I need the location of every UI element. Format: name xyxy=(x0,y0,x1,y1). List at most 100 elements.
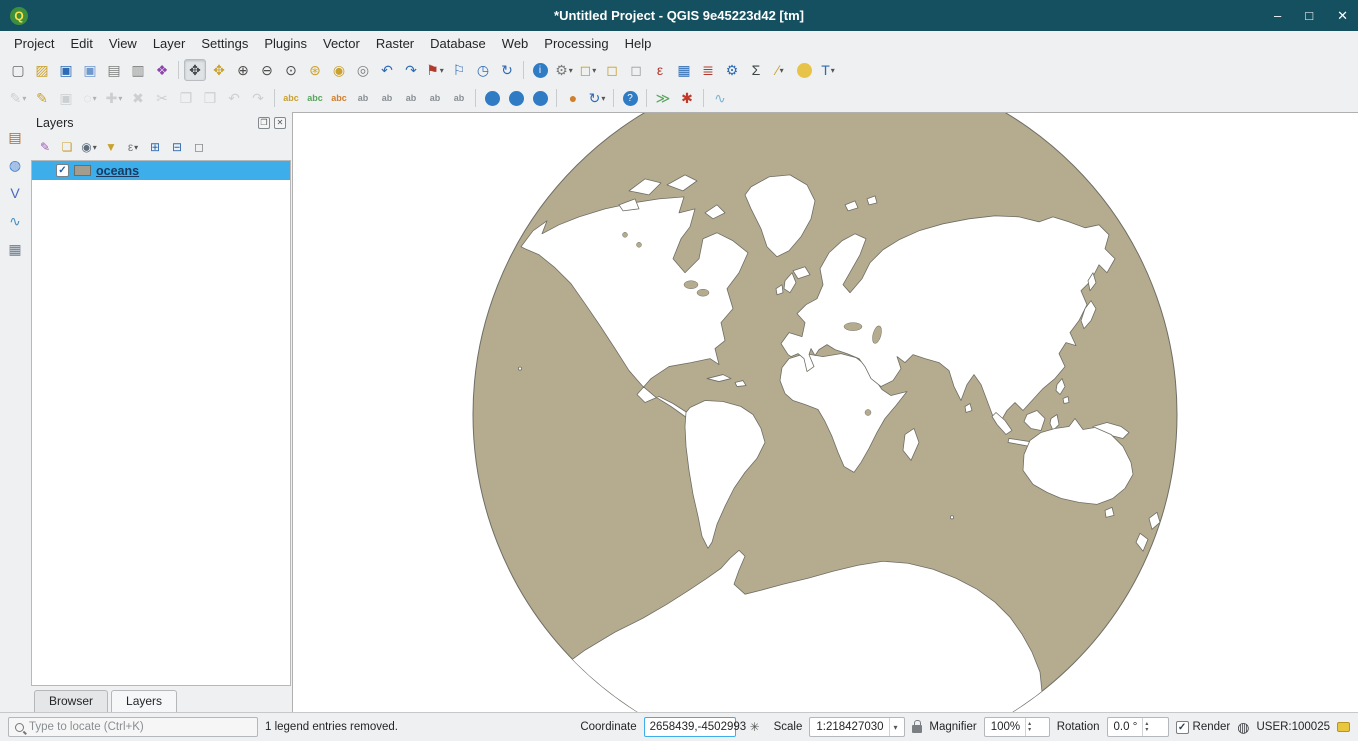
wms-service-icon[interactable] xyxy=(505,87,527,109)
paste-features-icon[interactable]: ❒ xyxy=(199,87,221,109)
select-by-form-icon[interactable]: ◻ xyxy=(601,59,623,81)
refresh-map-icon[interactable]: ↻ xyxy=(496,59,518,81)
expand-all-icon[interactable]: ⊞ xyxy=(145,137,165,157)
layer-diagram-icon[interactable]: abc xyxy=(304,87,326,109)
spinner-arrows-icon[interactable]: ▴▾ xyxy=(1025,718,1033,736)
processing-toolbox-icon[interactable]: ⚙ xyxy=(721,59,743,81)
run-feature-action-icon[interactable]: ⚙▾ xyxy=(553,59,575,81)
coordinate-input[interactable]: 2658439,-4502993 xyxy=(644,717,736,737)
menu-plugins[interactable]: Plugins xyxy=(256,33,315,54)
field-calculator-icon[interactable]: ≣ xyxy=(697,59,719,81)
identify-features-icon[interactable]: i xyxy=(529,59,551,81)
menu-settings[interactable]: Settings xyxy=(193,33,256,54)
crs-globe-icon[interactable]: ◍ xyxy=(1237,720,1249,734)
layer-checkbox[interactable]: ✓ xyxy=(56,164,69,177)
dropdown-arrow-icon[interactable]: ▾ xyxy=(592,66,596,75)
toggle-editing-icon[interactable]: ✎ xyxy=(31,87,53,109)
vertex-tool-icon[interactable]: ✚▾ xyxy=(103,87,125,109)
open-project-icon[interactable]: ▨ xyxy=(31,59,53,81)
dropdown-arrow-icon[interactable]: ▾ xyxy=(134,143,138,152)
open-layer-styling-icon[interactable]: ✎ xyxy=(35,137,55,157)
statistical-summary-icon[interactable]: Σ xyxy=(745,59,767,81)
close-icon[interactable]: ✕ xyxy=(1337,9,1348,22)
filter-expression-icon[interactable]: ε▾ xyxy=(123,137,143,157)
lock-scale-icon[interactable] xyxy=(912,725,922,733)
menu-processing[interactable]: Processing xyxy=(536,33,616,54)
digitize-icon[interactable]: ◌▾ xyxy=(79,87,101,109)
menu-web[interactable]: Web xyxy=(494,33,537,54)
menu-edit[interactable]: Edit xyxy=(62,33,100,54)
show-bookmarks-icon[interactable]: ⚐ xyxy=(448,59,470,81)
close-panel-icon[interactable]: ✕ xyxy=(274,117,286,129)
select-features-icon[interactable]: ◻▾ xyxy=(577,59,599,81)
locate-search-input[interactable]: Type to locate (Ctrl+K) xyxy=(8,717,258,737)
measure-icon[interactable]: ∕▾ xyxy=(769,59,791,81)
change-label-icon[interactable]: ab xyxy=(448,87,470,109)
save-layer-edits-icon[interactable]: ▣ xyxy=(55,87,77,109)
osm-place-search-icon[interactable]: ● xyxy=(562,87,584,109)
float-panel-icon[interactable]: ❐ xyxy=(258,117,270,129)
zoom-to-layer-icon[interactable]: ◎ xyxy=(352,59,374,81)
zoom-last-icon[interactable]: ↶ xyxy=(376,59,398,81)
zoom-to-selection-icon[interactable]: ◉ xyxy=(328,59,350,81)
pan-to-selection-icon[interactable]: ✥ xyxy=(208,59,230,81)
layout-manager-icon[interactable]: ▥ xyxy=(127,59,149,81)
maximize-icon[interactable]: □ xyxy=(1305,9,1313,22)
save-project-icon[interactable]: ▣ xyxy=(55,59,77,81)
rotation-spinbox[interactable]: 0.0 ° ▴▾ xyxy=(1107,717,1169,737)
filter-legend-icon[interactable]: ▼ xyxy=(101,137,121,157)
add-group-icon[interactable]: ❏ xyxy=(57,137,77,157)
extents-toggle-icon[interactable]: ✳ xyxy=(744,716,766,738)
delete-selected-icon[interactable]: ✖ xyxy=(127,87,149,109)
add-spatialite-layer-icon[interactable]: ∿ xyxy=(4,210,26,232)
messages-icon[interactable] xyxy=(1337,722,1350,732)
redo-icon[interactable]: ↷ xyxy=(247,87,269,109)
profile-tool-icon[interactable]: ∿ xyxy=(709,87,731,109)
menu-layer[interactable]: Layer xyxy=(145,33,194,54)
copy-features-icon[interactable]: ❐ xyxy=(175,87,197,109)
remove-layer-icon[interactable]: ◻ xyxy=(189,137,209,157)
cut-features-icon[interactable]: ✂ xyxy=(151,87,173,109)
menu-view[interactable]: View xyxy=(101,33,145,54)
pan-map-icon[interactable]: ✥ xyxy=(184,59,206,81)
spinner-arrows-icon[interactable]: ▴▾ xyxy=(1142,718,1150,736)
temporal-controller-icon[interactable]: ◷ xyxy=(472,59,494,81)
deselect-features-icon[interactable]: ◻ xyxy=(625,59,647,81)
menu-vector[interactable]: Vector xyxy=(315,33,368,54)
zoom-in-icon[interactable]: ⊕ xyxy=(232,59,254,81)
zoom-full-icon[interactable]: ⊛ xyxy=(304,59,326,81)
data-source-manager-icon[interactable]: ▤ xyxy=(4,126,26,148)
chevron-down-icon[interactable]: ▾ xyxy=(889,718,898,736)
magnifier-spinbox[interactable]: 100% ▴▾ xyxy=(984,717,1050,737)
highlight-labels-icon[interactable]: abc xyxy=(328,87,350,109)
python-console-icon[interactable]: ≫ xyxy=(652,87,674,109)
add-layer-icon[interactable]: ◍ xyxy=(4,154,26,176)
dropdown-arrow-icon[interactable]: ▾ xyxy=(569,66,573,75)
dropdown-arrow-icon[interactable]: ▾ xyxy=(601,94,605,103)
manage-map-themes-icon[interactable]: ◉▾ xyxy=(79,137,99,157)
dropdown-arrow-icon[interactable]: ▾ xyxy=(93,143,97,152)
menu-raster[interactable]: Raster xyxy=(368,33,422,54)
crs-user-label[interactable]: USER:100025 xyxy=(1256,721,1330,733)
save-project-as-icon[interactable]: ▣ xyxy=(79,59,101,81)
render-checkbox[interactable]: ✓ Render xyxy=(1176,721,1231,734)
style-manager-icon[interactable]: ❖ xyxy=(151,59,173,81)
tab-browser[interactable]: Browser xyxy=(34,690,108,712)
dropdown-arrow-icon[interactable]: ▾ xyxy=(22,94,26,103)
zoom-out-icon[interactable]: ⊖ xyxy=(256,59,278,81)
dropdown-arrow-icon[interactable]: ▾ xyxy=(118,94,122,103)
map-canvas[interactable] xyxy=(292,112,1358,712)
dropdown-arrow-icon[interactable]: ▾ xyxy=(93,94,97,103)
undo-icon[interactable]: ↶ xyxy=(223,87,245,109)
rotate-label-icon[interactable]: ab xyxy=(424,87,446,109)
wfs-service-icon[interactable] xyxy=(529,87,551,109)
dropdown-arrow-icon[interactable]: ▾ xyxy=(440,66,444,75)
new-print-layout-icon[interactable]: ▤ xyxy=(103,59,125,81)
refresh-plugin-icon[interactable]: ↻▾ xyxy=(586,87,608,109)
help-icon[interactable]: ? xyxy=(619,87,641,109)
open-attribute-table-icon[interactable]: ▦ xyxy=(673,59,695,81)
select-by-expression-icon[interactable]: ε xyxy=(649,59,671,81)
text-annotation-icon[interactable]: T▾ xyxy=(817,59,839,81)
layer-labeling-icon[interactable]: abc xyxy=(280,87,302,109)
dropdown-arrow-icon[interactable]: ▾ xyxy=(831,66,835,75)
